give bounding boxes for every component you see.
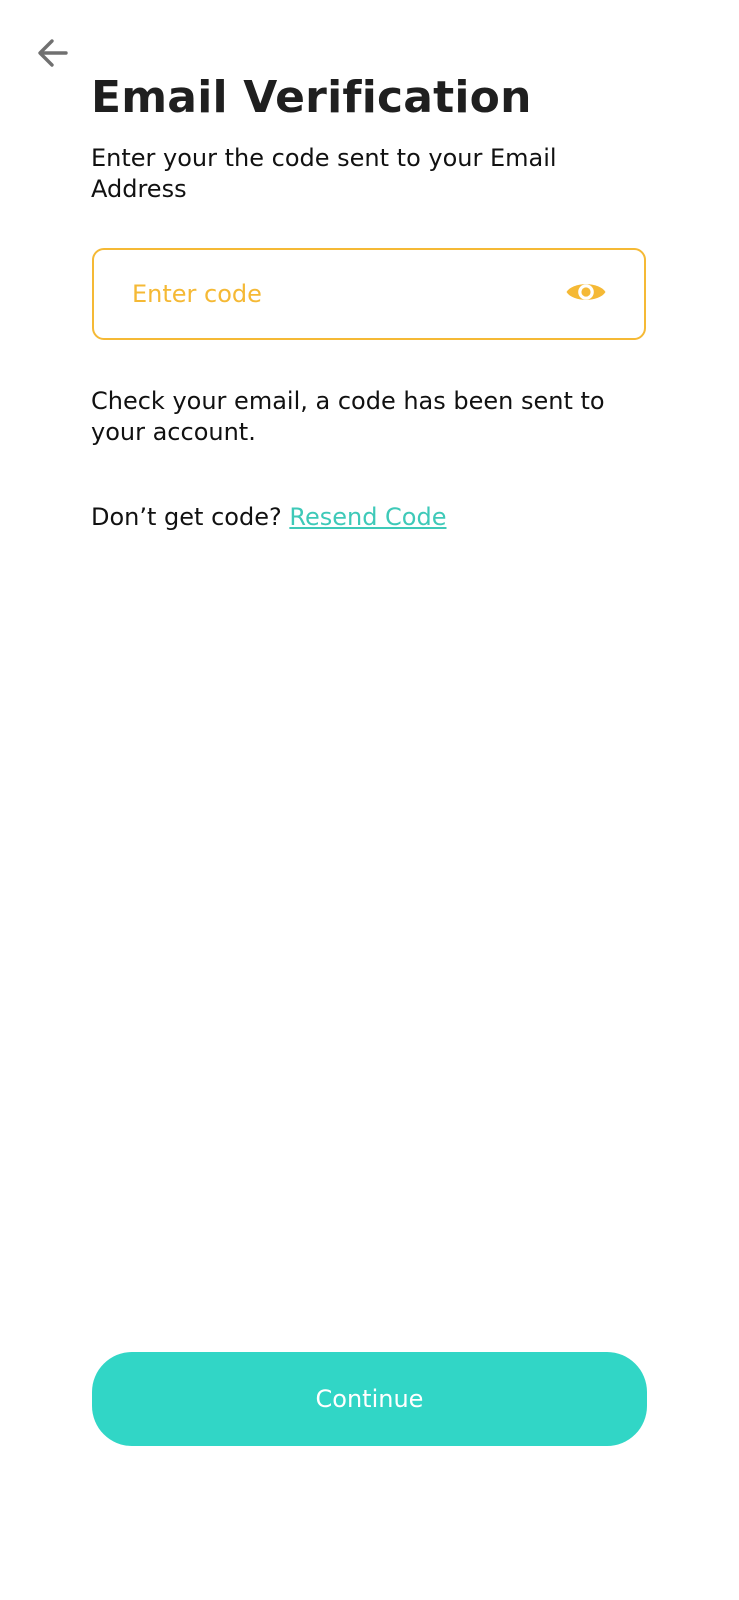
toggle-visibility-button[interactable] [562, 270, 610, 318]
code-field [92, 248, 646, 340]
resend-row: Don’t get code? Resend Code [91, 502, 447, 533]
code-input[interactable] [130, 263, 562, 325]
arrow-left-icon [36, 36, 70, 74]
resend-code-link[interactable]: Resend Code [289, 503, 446, 531]
page-title: Email Verification [91, 72, 532, 123]
back-button[interactable] [34, 36, 72, 74]
continue-button[interactable]: Continue [92, 1352, 647, 1446]
page-subtitle: Enter your the code sent to your Email A… [91, 144, 557, 203]
eye-icon [565, 277, 607, 311]
resend-prompt: Don’t get code? [91, 503, 282, 531]
info-message: Check your email, a code has been sent t… [91, 387, 605, 446]
